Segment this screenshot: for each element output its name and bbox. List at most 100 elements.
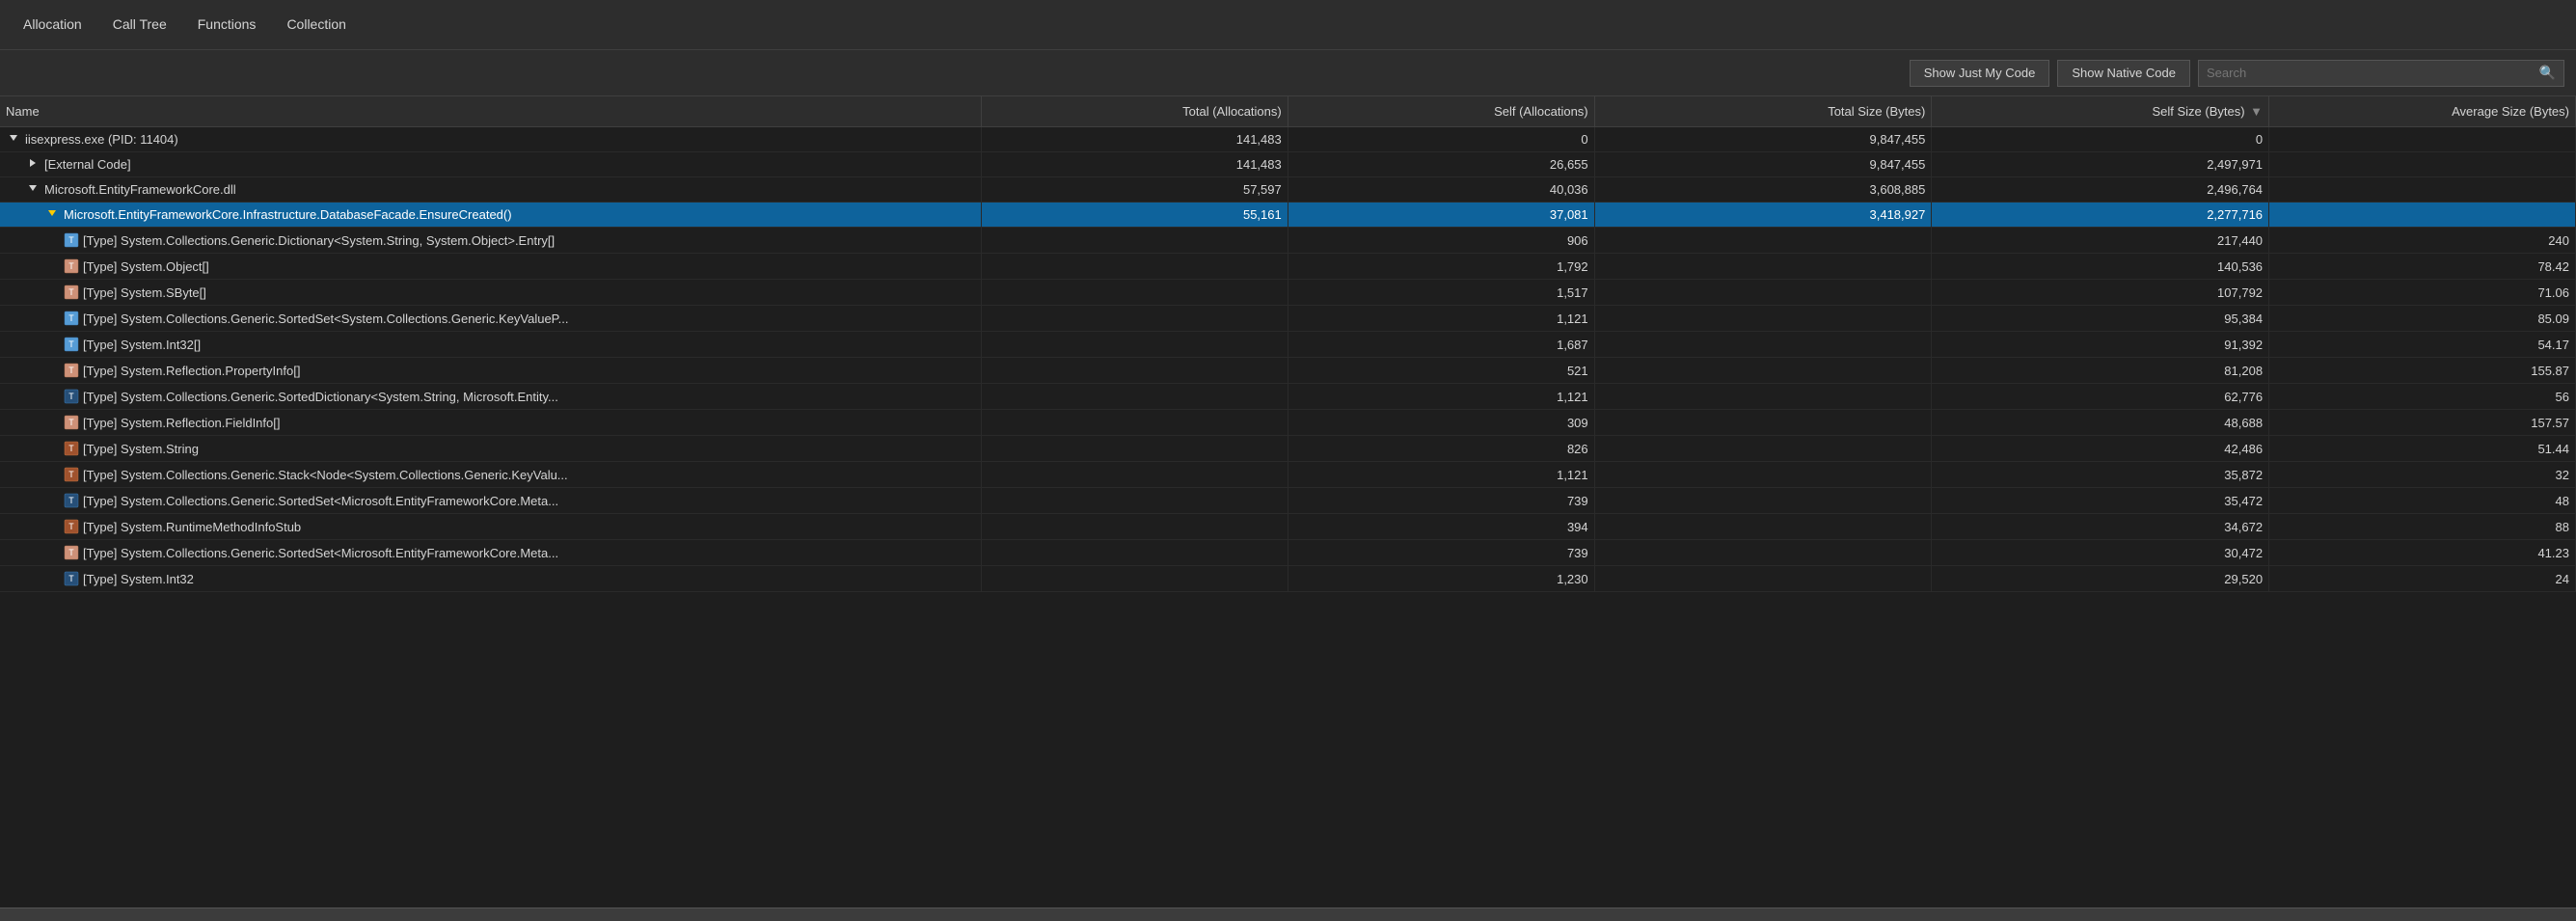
cell-avg-size <box>2269 177 2576 203</box>
search-input[interactable] <box>2207 66 2535 80</box>
cell-name: T[Type] System.Collections.Generic.Stack… <box>0 462 981 488</box>
table-row[interactable]: T[Type] System.Collections.Generic.Stack… <box>0 462 2576 488</box>
nav-item-call-tree[interactable]: Call Tree <box>97 11 182 40</box>
table-container[interactable]: Name Total (Allocations) Self (Allocatio… <box>0 96 2576 907</box>
col-header-name[interactable]: Name <box>0 96 981 127</box>
cell-total-size <box>1594 306 1932 332</box>
type-icon: T <box>64 258 79 274</box>
cell-name: T [Type] System.SByte[] <box>0 280 981 306</box>
expand-icon[interactable] <box>25 157 41 172</box>
svg-text:T: T <box>68 288 74 298</box>
table-row[interactable]: [External Code]141,48326,6559,847,4552,4… <box>0 152 2576 177</box>
cell-avg-size: 71.06 <box>2269 280 2576 306</box>
cell-total-alloc <box>981 332 1288 358</box>
table-row[interactable]: T [Type] System.Int32 1,230 29,52024 <box>0 566 2576 592</box>
cell-self-alloc: 394 <box>1288 514 1594 540</box>
show-just-my-code-button[interactable]: Show Just My Code <box>1910 60 2050 87</box>
row-name-text: [Type] System.SByte[] <box>83 285 206 300</box>
col-header-total-alloc[interactable]: Total (Allocations) <box>981 96 1288 127</box>
cell-avg-size: 155.87 <box>2269 358 2576 384</box>
cell-name: T[Type] System.Collections.Generic.Dicti… <box>0 228 981 254</box>
cell-self-alloc: 26,655 <box>1288 152 1594 177</box>
row-name-text: iisexpress.exe (PID: 11404) <box>25 132 178 147</box>
cell-total-alloc <box>981 540 1288 566</box>
cell-self-alloc: 40,036 <box>1288 177 1594 203</box>
nav-item-functions[interactable]: Functions <box>182 11 272 40</box>
cell-self-size: 29,520 <box>1932 566 2269 592</box>
cell-self-size: 35,872 <box>1932 462 2269 488</box>
cell-self-size: 2,497,971 <box>1932 152 2269 177</box>
search-icon: 🔍 <box>2539 65 2556 81</box>
col-header-total-size[interactable]: Total Size (Bytes) <box>1594 96 1932 127</box>
table-row[interactable]: T[Type] System.Collections.Generic.Sorte… <box>0 540 2576 566</box>
cell-name: Microsoft.EntityFrameworkCore.dll <box>0 177 981 203</box>
type-icon: T <box>64 493 79 508</box>
cell-avg-size: 24 <box>2269 566 2576 592</box>
sort-indicator: ▼ <box>2250 104 2263 119</box>
cell-name: T[Type] System.Collections.Generic.Sorte… <box>0 540 981 566</box>
col-header-self-size[interactable]: Self Size (Bytes) ▼ <box>1932 96 2269 127</box>
cell-total-alloc: 55,161 <box>981 203 1288 228</box>
name-cell-content: T [Type] System.Int32 <box>64 571 975 586</box>
row-name-text: [Type] System.Int32 <box>83 572 194 586</box>
cell-total-alloc <box>981 488 1288 514</box>
cell-self-alloc: 826 <box>1288 436 1594 462</box>
svg-text:T: T <box>68 419 74 428</box>
show-native-code-button[interactable]: Show Native Code <box>2057 60 2190 87</box>
table-row[interactable]: T[Type] System.Reflection.PropertyInfo[]… <box>0 358 2576 384</box>
cell-avg-size: 32 <box>2269 462 2576 488</box>
cell-name: T[Type] System.Collections.Generic.Sorte… <box>0 488 981 514</box>
cell-self-alloc: 1,792 <box>1288 254 1594 280</box>
table-row[interactable]: Microsoft.EntityFrameworkCore.dll57,5974… <box>0 177 2576 203</box>
expand-icon[interactable] <box>25 182 41 197</box>
expand-icon[interactable] <box>6 132 21 147</box>
cell-avg-size: 88 <box>2269 514 2576 540</box>
svg-text:T: T <box>68 236 74 246</box>
table-row[interactable]: T[Type] System.Int32[]1,68791,39254.17 <box>0 332 2576 358</box>
nav-item-collection[interactable]: Collection <box>271 11 361 40</box>
svg-text:T: T <box>68 549 74 558</box>
name-cell-content: T[Type] System.Object[] <box>64 258 975 274</box>
cell-avg-size: 48 <box>2269 488 2576 514</box>
table-row[interactable]: T[Type] System.Collections.Generic.Sorte… <box>0 306 2576 332</box>
table-row[interactable]: T[Type] System.RuntimeMethodInfoStub3943… <box>0 514 2576 540</box>
cell-avg-size: 85.09 <box>2269 306 2576 332</box>
cell-self-size: 35,472 <box>1932 488 2269 514</box>
cell-self-alloc: 906 <box>1288 228 1594 254</box>
name-cell-content: [External Code] <box>25 157 975 172</box>
cell-name: T[Type] System.Object[] <box>0 254 981 280</box>
cell-avg-size: 157.57 <box>2269 410 2576 436</box>
table-row[interactable]: T[Type] System.SByte[]1,517107,79271.06 <box>0 280 2576 306</box>
table-row[interactable]: T[Type] System.Collections.Generic.Sorte… <box>0 384 2576 410</box>
name-cell-content: Microsoft.EntityFrameworkCore.dll <box>25 182 975 197</box>
col-header-avg-size[interactable]: Average Size (Bytes) <box>2269 96 2576 127</box>
cell-total-alloc: 141,483 <box>981 152 1288 177</box>
table-row[interactable]: T[Type] System.Reflection.FieldInfo[]309… <box>0 410 2576 436</box>
table-row[interactable]: Microsoft.EntityFrameworkCore.Infrastruc… <box>0 203 2576 228</box>
table-row[interactable]: T[Type] System.Object[]1,792140,53678.42 <box>0 254 2576 280</box>
table-row[interactable]: iisexpress.exe (PID: 11404)141,48309,847… <box>0 127 2576 152</box>
table-row[interactable]: T[Type] System.String82642,48651.44 <box>0 436 2576 462</box>
col-header-self-alloc[interactable]: Self (Allocations) <box>1288 96 1594 127</box>
type-icon: T <box>64 415 79 430</box>
table-row[interactable]: T[Type] System.Collections.Generic.Dicti… <box>0 228 2576 254</box>
table-row[interactable]: T[Type] System.Collections.Generic.Sorte… <box>0 488 2576 514</box>
cell-self-size: 42,486 <box>1932 436 2269 462</box>
name-cell-content: T[Type] System.Collections.Generic.Dicti… <box>64 232 975 248</box>
cell-total-size: 3,418,927 <box>1594 203 1932 228</box>
cell-total-size <box>1594 384 1932 410</box>
nav-item-allocation[interactable]: Allocation <box>8 11 97 40</box>
type-icon: T <box>64 571 79 586</box>
cell-self-alloc: 37,081 <box>1288 203 1594 228</box>
cell-total-alloc <box>981 410 1288 436</box>
type-icon: T <box>64 545 79 560</box>
horizontal-scrollbar[interactable] <box>0 907 2576 921</box>
name-cell-content: T[Type] System.Int32[] <box>64 337 975 352</box>
expand-icon[interactable] <box>44 207 60 222</box>
cell-self-alloc: 1,230 <box>1288 566 1594 592</box>
search-box[interactable]: 🔍 <box>2198 60 2564 87</box>
cell-total-alloc <box>981 514 1288 540</box>
type-icon: T <box>64 519 79 534</box>
type-icon: T <box>64 311 79 326</box>
cell-name: T[Type] System.String <box>0 436 981 462</box>
